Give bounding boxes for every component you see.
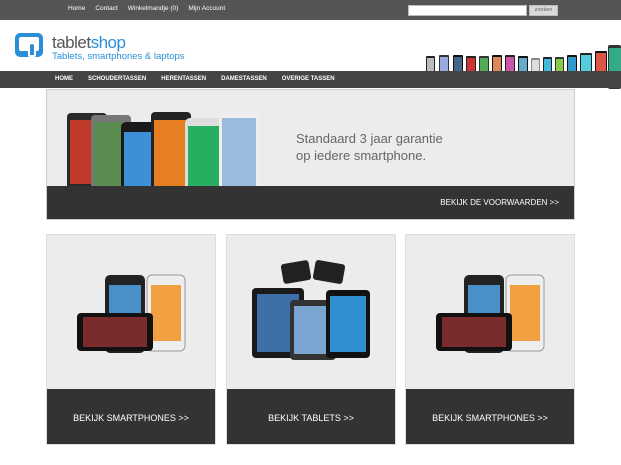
nav-item-schoudertassen[interactable]: SCHOUDERTASSEN bbox=[88, 76, 146, 82]
category-card-smartphones-2[interactable]: BEKIJK SMARTPHONES >> bbox=[405, 234, 575, 445]
tablets-image bbox=[252, 260, 370, 360]
main-nav: HOME SCHOUDERTASSEN HERENTASSEN DAMESTAS… bbox=[0, 71, 621, 88]
hero-line2: op iedere smartphone. bbox=[296, 148, 427, 163]
top-links: Home Contact Winkelmandje (0) Mijn Accou… bbox=[68, 5, 225, 12]
nav-item-home[interactable]: HOME bbox=[55, 76, 73, 82]
category-card-tablets[interactable]: BEKIJK TABLETS >> bbox=[226, 234, 396, 445]
hand-pointer-icon bbox=[28, 42, 36, 57]
view-conditions-link[interactable]: BEKIJK DE VOORWAARDEN >> bbox=[440, 198, 559, 207]
view-smartphones-link[interactable]: BEKIJK SMARTPHONES >> bbox=[47, 413, 215, 423]
top-link-home[interactable]: Home bbox=[68, 5, 85, 12]
top-bar: Home Contact Winkelmandje (0) Mijn Accou… bbox=[0, 0, 621, 20]
top-link-account[interactable]: Mijn Account bbox=[188, 5, 225, 12]
smartphones-image bbox=[436, 274, 545, 353]
hero-link-bar[interactable]: BEKIJK DE VOORWAARDEN >> bbox=[47, 186, 574, 219]
card-bar[interactable]: BEKIJK SMARTPHONES >> bbox=[47, 389, 215, 444]
top-link-contact[interactable]: Contact bbox=[95, 5, 117, 12]
logo-tagline: Tablets, smartphones & laptops bbox=[52, 51, 185, 62]
category-card-smartphones[interactable]: BEKIJK SMARTPHONES >> bbox=[46, 234, 216, 445]
card-bar[interactable]: BEKIJK TABLETS >> bbox=[227, 389, 395, 444]
hero-line1: Standaard 3 jaar garantie bbox=[296, 131, 443, 146]
top-link-cart[interactable]: Winkelmandje (0) bbox=[128, 5, 179, 12]
card-bar[interactable]: BEKIJK SMARTPHONES >> bbox=[406, 389, 574, 444]
logo-icon[interactable] bbox=[15, 33, 43, 57]
logo-text[interactable]: tabletshop bbox=[52, 33, 126, 53]
nav-item-overige-tassen[interactable]: OVERIGE TASSEN bbox=[282, 76, 335, 82]
view-tablets-link[interactable]: BEKIJK TABLETS >> bbox=[227, 413, 395, 423]
nav-item-herentassen[interactable]: HERENTASSEN bbox=[161, 76, 206, 82]
search-button[interactable]: zoeken bbox=[529, 5, 558, 16]
nav-item-damestassen[interactable]: DAMESTASSEN bbox=[221, 76, 267, 82]
view-smartphones-link-2[interactable]: BEKIJK SMARTPHONES >> bbox=[406, 413, 574, 423]
smartphones-image bbox=[77, 274, 186, 353]
hero-banner[interactable]: Standaard 3 jaar garantie op iedere smar… bbox=[46, 89, 575, 220]
hero-text: Standaard 3 jaar garantie op iedere smar… bbox=[296, 130, 516, 164]
search-input[interactable] bbox=[408, 5, 527, 16]
